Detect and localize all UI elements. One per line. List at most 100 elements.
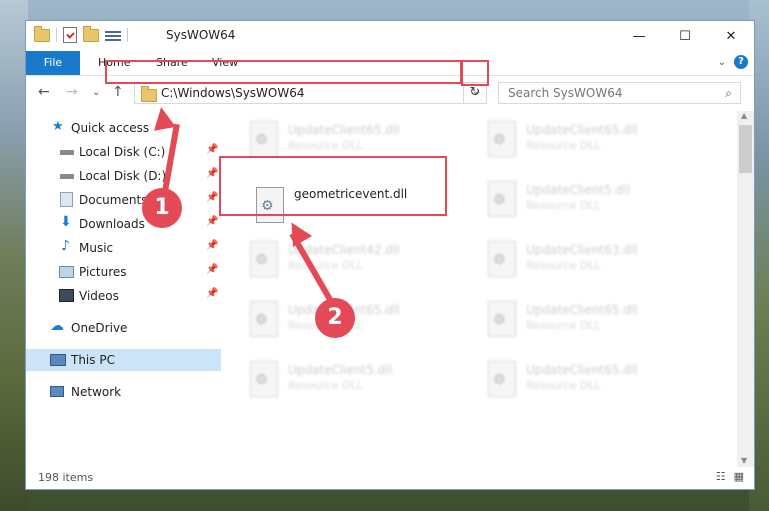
file-name: UpdateClient65.dll — [526, 303, 638, 317]
sidebar-item-pictures[interactable]: Pictures 📌 — [26, 261, 221, 283]
customize-toolbar-icon[interactable] — [105, 29, 121, 41]
item-count: 198 items — [38, 471, 94, 484]
sidebar-item-this-pc[interactable]: This PC — [26, 349, 221, 371]
dll-file-icon — [488, 361, 516, 397]
sidebar-item-downloads[interactable]: ⬇ Downloads 📌 — [26, 213, 221, 235]
dll-file-icon — [488, 241, 516, 277]
cloud-icon: ☁ — [50, 318, 64, 334]
pin-icon: 📌 — [206, 192, 219, 203]
sidebar-item-label: Pictures — [79, 265, 127, 279]
file-name: UpdateClient5.dll — [288, 363, 392, 377]
file-description: Resource DLL — [288, 379, 363, 392]
list-item[interactable]: UpdateClient65.dll Resource DLL — [242, 295, 472, 345]
title-bar: SysWOW64 — ☐ ✕ — [26, 21, 754, 51]
list-item[interactable]: UpdateClient65.dll Resource DLL — [480, 355, 710, 405]
expand-ribbon-icon[interactable]: ⌄ — [718, 57, 726, 68]
dll-file-icon — [250, 241, 278, 277]
dll-file-icon — [488, 181, 516, 217]
back-button[interactable]: ← — [38, 84, 50, 100]
list-item[interactable]: UpdateClient65.dll Resource DLL — [480, 115, 710, 165]
pin-icon: 📌 — [206, 288, 219, 299]
close-button[interactable]: ✕ — [708, 21, 754, 51]
new-folder-icon[interactable] — [83, 25, 99, 42]
scroll-down-icon[interactable]: ▼ — [741, 456, 747, 465]
divider — [127, 28, 128, 42]
dll-file-icon — [250, 361, 278, 397]
sidebar-item-label: Music — [79, 241, 114, 255]
pin-icon: 📌 — [206, 240, 219, 251]
list-item[interactable]: UpdateClient42.dll Resource DLL — [242, 235, 472, 285]
list-item[interactable]: UpdateClient63.dll Resource DLL — [480, 235, 710, 285]
sidebar-item-label: Documents — [79, 193, 148, 207]
sidebar-item-local-disk-c[interactable]: Local Disk (C:) 📌 — [26, 141, 221, 163]
search-placeholder: Search SysWOW64 — [508, 86, 623, 100]
window-controls: — ☐ ✕ — [616, 21, 754, 51]
navigation-pane: ★ Quick access Local Disk (C:) 📌 Local D… — [26, 111, 221, 467]
documents-icon — [60, 192, 73, 207]
maximize-button[interactable]: ☐ — [662, 21, 708, 51]
tiles-view-icon[interactable]: ▦ — [734, 470, 744, 483]
minimize-button[interactable]: — — [616, 21, 662, 51]
search-input[interactable]: Search SysWOW64 ⌕ — [498, 82, 741, 104]
sidebar-item-onedrive[interactable]: ☁ OneDrive — [26, 317, 221, 339]
file-name: UpdateClient65.dll — [526, 363, 638, 377]
pin-icon: 📌 — [206, 144, 219, 155]
music-icon: ♪ — [61, 238, 70, 254]
sidebar-item-quick-access[interactable]: ★ Quick access — [26, 117, 221, 139]
details-view-icon[interactable]: ☷ — [716, 470, 726, 483]
tab-file[interactable]: File — [26, 51, 80, 75]
list-item[interactable]: UpdateClient5.dll Resource DLL — [480, 175, 710, 225]
file-description: Resource DLL — [288, 139, 363, 152]
sidebar-item-local-disk-d[interactable]: Local Disk (D:) 📌 — [26, 165, 221, 187]
pin-icon: 📌 — [206, 168, 219, 179]
sidebar-item-label: Downloads — [79, 217, 145, 231]
sidebar-item-label: Local Disk (C:) — [79, 145, 166, 159]
step-badge-2: 2 — [315, 298, 355, 338]
pin-icon: 📌 — [206, 264, 219, 275]
up-button[interactable]: ↑ — [112, 84, 124, 100]
file-name: UpdateClient63.dll — [526, 243, 638, 257]
file-name: UpdateClient65.dll — [288, 123, 400, 137]
file-name: UpdateClient5.dll — [526, 183, 630, 197]
file-highlight — [219, 156, 447, 216]
computer-icon — [50, 354, 66, 366]
list-item[interactable]: UpdateClient5.dll Resource DLL — [242, 355, 472, 405]
pictures-icon — [59, 266, 74, 278]
file-explorer-window: SysWOW64 — ☐ ✕ File Home Share View ⌄ ? … — [25, 20, 755, 490]
address-bar[interactable]: C:\Windows\SysWOW64 ⌄ — [134, 82, 487, 104]
address-path[interactable]: C:\Windows\SysWOW64 — [161, 86, 305, 100]
drive-icon — [60, 174, 74, 179]
recent-locations-button[interactable]: ⌄ — [92, 87, 100, 98]
videos-icon — [59, 289, 74, 302]
properties-check-icon[interactable] — [63, 27, 77, 43]
sidebar-item-music[interactable]: ♪ Music 📌 — [26, 237, 221, 259]
sidebar-item-videos[interactable]: Videos 📌 — [26, 285, 221, 307]
search-icon[interactable]: ⌕ — [725, 86, 732, 101]
sidebar-item-network[interactable]: Network — [26, 381, 221, 403]
sidebar-item-label: OneDrive — [71, 321, 128, 335]
sidebar-item-label: Quick access — [71, 121, 150, 135]
window-title: SysWOW64 — [166, 28, 236, 42]
sidebar-item-documents[interactable]: Documents 📌 — [26, 189, 221, 211]
help-icon[interactable]: ? — [734, 55, 748, 69]
address-bar-highlight — [105, 60, 462, 84]
dll-file-icon — [488, 301, 516, 337]
dll-file-icon — [250, 301, 278, 337]
quick-access-toolbar — [34, 25, 128, 43]
drive-icon — [60, 150, 74, 155]
star-icon: ★ — [52, 119, 64, 134]
download-icon: ⬇ — [60, 214, 72, 230]
scroll-up-icon[interactable]: ▲ — [741, 111, 747, 120]
dll-file-icon — [488, 121, 516, 157]
network-icon — [50, 386, 64, 397]
file-description: Resource DLL — [288, 259, 363, 272]
list-item[interactable]: UpdateClient65.dll Resource DLL — [480, 295, 710, 345]
forward-button[interactable]: → — [66, 84, 78, 100]
file-name: UpdateClient65.dll — [526, 123, 638, 137]
scrollbar-thumb[interactable] — [739, 125, 752, 173]
folder-icon[interactable] — [34, 25, 50, 42]
desktop-background-left — [0, 0, 28, 511]
vertical-scrollbar[interactable]: ▲ ▼ — [737, 111, 754, 467]
file-description: Resource DLL — [526, 139, 601, 152]
status-bar: 198 items ☷ ▦ — [26, 467, 754, 489]
